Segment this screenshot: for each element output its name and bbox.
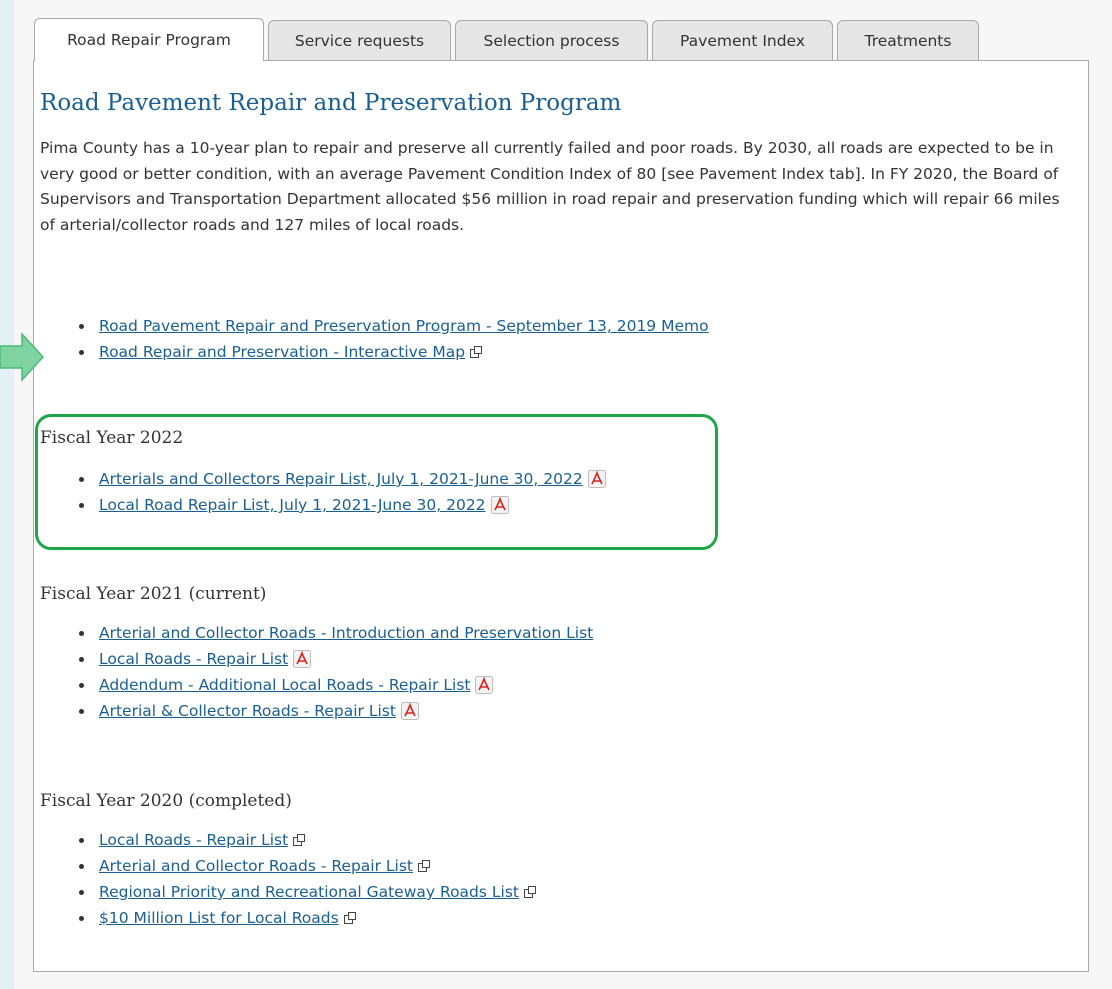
fy2020-title: Fiscal Year 2020 (completed) [40,791,292,811]
list-item: Arterial and Collector Roads - Introduct… [40,620,593,646]
fy2020-local-roads-link[interactable]: Local Roads - Repair List [99,831,288,849]
fy2021-title: Fiscal Year 2021 (current) [40,584,267,604]
list-item: Road Repair and Preservation - Interacti… [40,339,709,365]
pdf-icon[interactable] [293,650,312,668]
tab-bar: Road Repair Program Service requests Sel… [34,18,983,61]
tab-service-requests[interactable]: Service requests [268,20,451,60]
tab-pavement-index[interactable]: Pavement Index [652,20,833,60]
annotation-arrow-icon [0,332,45,382]
tab-road-repair-program[interactable]: Road Repair Program [34,18,264,61]
tab-selection-process[interactable]: Selection process [455,20,648,60]
list-item: Arterial & Collector Roads - Repair List [40,698,593,724]
external-link-icon[interactable] [523,886,536,898]
external-link-icon[interactable] [470,346,483,358]
bullet [79,657,84,662]
list-item: Addendum - Additional Local Roads - Repa… [40,672,593,698]
page-title: Road Pavement Repair and Preservation Pr… [40,90,622,116]
bullet [79,916,84,921]
bullet [79,709,84,714]
external-link-icon[interactable] [418,860,430,872]
list-item: Regional Priority and Recreational Gatew… [40,879,536,905]
bullet [79,838,84,843]
list-item: Arterial and Collector Roads - Repair Li… [40,853,536,879]
fy2021-local-roads-link[interactable]: Local Roads - Repair List [99,650,288,668]
fy2021-intro-preservation-link[interactable]: Arterial and Collector Roads - Introduct… [99,624,593,642]
intro-paragraph: Pima County has a 10-year plan to repair… [40,139,1060,235]
memo-link[interactable]: Road Pavement Repair and Preservation Pr… [99,317,709,335]
list-item: Road Pavement Repair and Preservation Pr… [40,313,709,339]
fy2021-links-list: Arterial and Collector Roads - Introduct… [40,620,593,724]
bullet [79,324,84,329]
fy2021-arterial-collector-link[interactable]: Arterial & Collector Roads - Repair List [99,702,396,720]
bullet [79,631,84,636]
pdf-icon[interactable] [475,676,494,694]
tab-treatments[interactable]: Treatments [837,20,979,60]
fy2021-addendum-link[interactable]: Addendum - Additional Local Roads - Repa… [99,676,470,694]
page-left-strip [0,0,14,989]
bullet [79,350,84,355]
bullet [79,683,84,688]
top-links-list: Road Pavement Repair and Preservation Pr… [40,313,709,365]
fy2020-arterial-collector-link[interactable]: Arterial and Collector Roads - Repair Li… [99,857,413,875]
fy2022-highlight-box [35,414,718,550]
fy2020-links-list: Local Roads - Repair List Arterial and C… [40,827,536,931]
list-item: Local Roads - Repair List [40,827,536,853]
pdf-icon[interactable] [400,702,419,720]
bullet [79,864,84,869]
fy2020-regional-priority-link[interactable]: Regional Priority and Recreational Gatew… [99,883,519,901]
fy2020-10-million-link[interactable]: $10 Million List for Local Roads [99,909,339,927]
external-link-icon[interactable] [343,912,356,924]
list-item: $10 Million List for Local Roads [40,905,536,931]
interactive-map-link[interactable]: Road Repair and Preservation - Interacti… [99,343,465,361]
bullet [79,890,84,895]
external-link-icon[interactable] [293,834,306,846]
list-item: Local Roads - Repair List [40,646,593,672]
